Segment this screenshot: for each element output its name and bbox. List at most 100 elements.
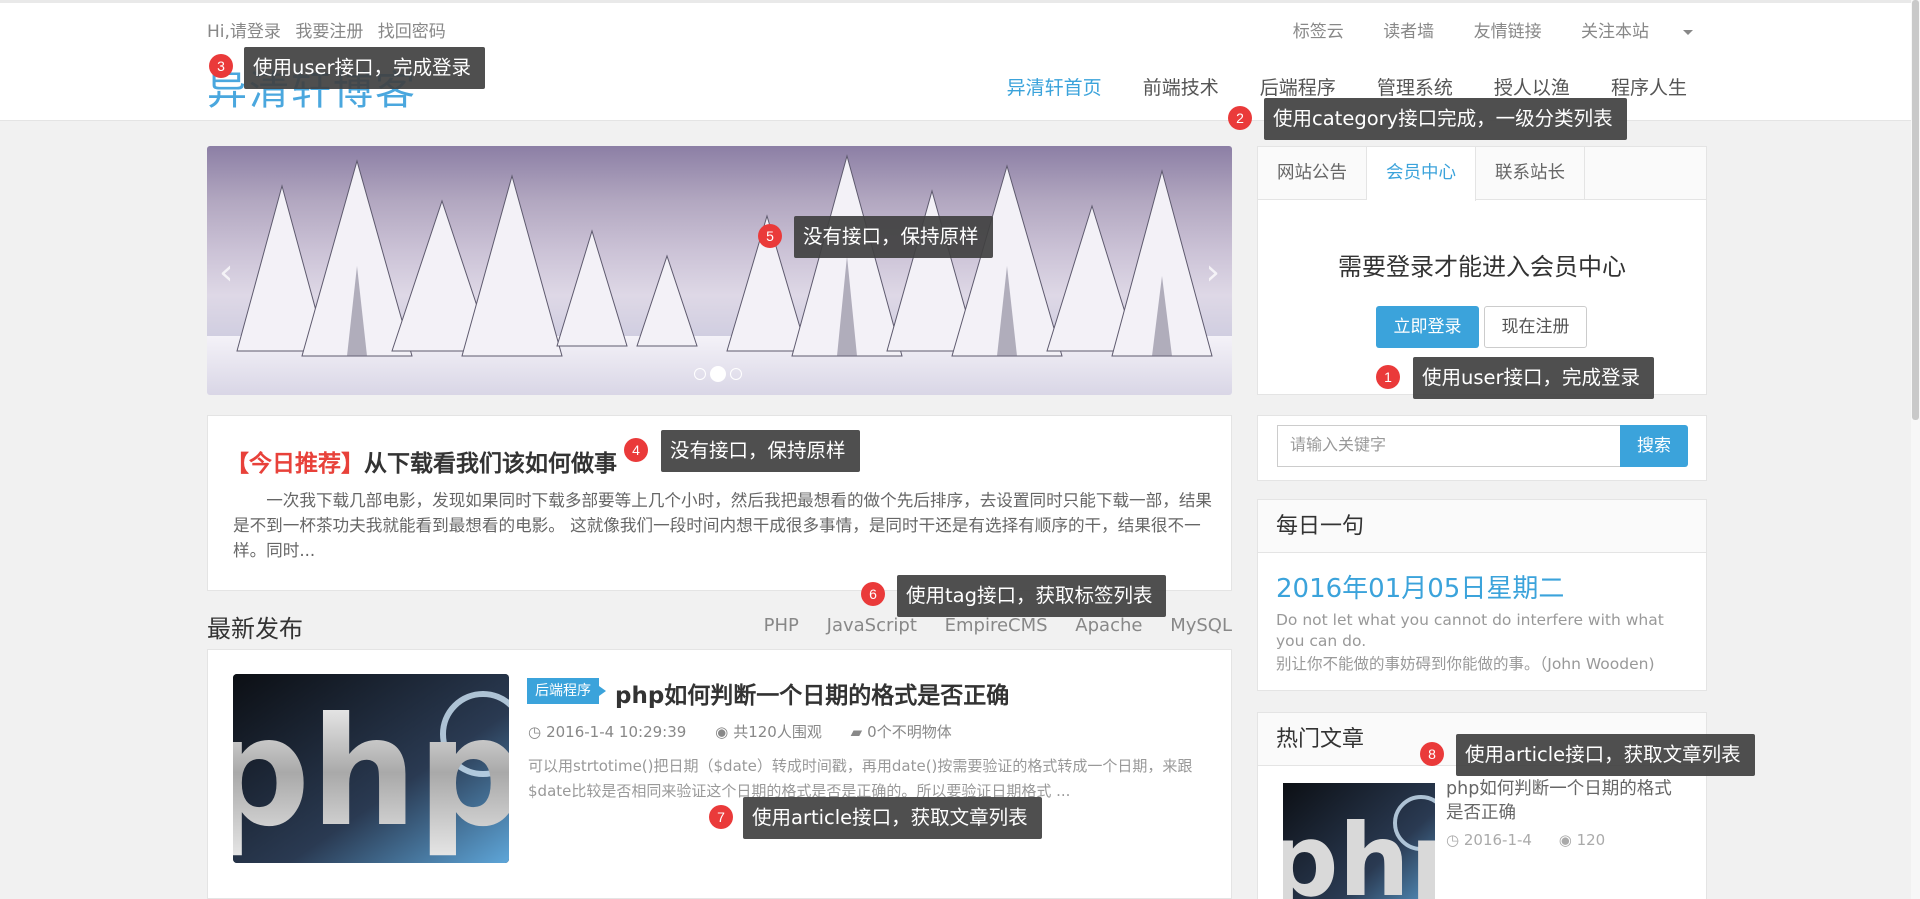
nav-item-frontend[interactable]: 前端技术 — [1143, 77, 1219, 99]
search-input[interactable] — [1277, 425, 1620, 467]
follow-site-dropdown[interactable]: 关注本站 — [1581, 22, 1693, 42]
annotation-3-text: 使用user接口，完成登录 — [253, 56, 472, 79]
daily-quote-title: 每日一句 — [1258, 500, 1706, 553]
annotation-badge-5: 5 — [758, 224, 782, 248]
recommendation-body: 一次我下载几部电影，发现如果同时下载多部要等上几个小时，然后我把最想看的做个先后… — [233, 491, 1213, 560]
hot-meta-views: ◉ 120 — [1558, 831, 1606, 849]
annotation-7: 使用article接口，获取文章列表 — [743, 797, 1042, 839]
annotation-badge-1: 1 — [1376, 365, 1400, 389]
tab-member-center[interactable]: 会员中心 — [1367, 147, 1476, 201]
carousel-dot-3[interactable] — [730, 367, 742, 380]
login-button[interactable]: 立即登录 — [1376, 306, 1479, 348]
recommendation-headline: 从下载看我们该如何做事 — [364, 451, 617, 477]
main-nav: 异清轩首页 前端技术 后端程序 管理系统 授人以渔 程序人生 — [972, 73, 1687, 100]
tag-javascript[interactable]: JavaScript — [827, 615, 917, 636]
topbar-site-links: 标签云 读者墙 友情链接 关注本站 — [1259, 17, 1693, 42]
annotation-5-text: 没有接口，保持原样 — [803, 225, 979, 248]
nav-item-home[interactable]: 异清轩首页 — [1007, 77, 1102, 99]
login-link[interactable]: Hi,请登录 — [207, 22, 281, 42]
annotation-1-text: 使用user接口，完成登录 — [1422, 366, 1641, 389]
annotation-badge-8: 8 — [1420, 742, 1444, 766]
meta-date: ◷ 2016-1-4 10:29:39 — [528, 723, 686, 741]
article-meta: ◷ 2016-1-4 10:29:39 ◉ 共120人围观 ▰ 0个不明物体 — [528, 721, 976, 742]
hot-article-thumbnail[interactable]: php — [1283, 783, 1435, 899]
article-comments[interactable]: 0个不明物体 — [867, 723, 952, 741]
annotation-badge-6: 6 — [861, 582, 885, 606]
carousel-next-arrow-icon[interactable]: › — [1206, 252, 1220, 293]
recommendation-title[interactable]: 【今日推荐】从下载看我们该如何做事 — [226, 444, 617, 478]
hot-article-date: 2016-1-4 — [1463, 831, 1532, 849]
annotation-badge-2: 2 — [1228, 106, 1252, 130]
topbar-user-links: Hi,请登录 我要注册 找回密码 — [207, 17, 455, 42]
forgot-password-link[interactable]: 找回密码 — [378, 22, 446, 42]
register-button[interactable]: 现在注册 — [1484, 306, 1587, 348]
latest-title: 最新发布 — [207, 615, 303, 643]
article-title[interactable]: php如何判断一个日期的格式是否正确 — [615, 676, 1009, 710]
hot-article-meta: ◷ 2016-1-4 ◉ 120 — [1446, 831, 1627, 849]
friend-links-link[interactable]: 友情链接 — [1474, 22, 1542, 42]
tag-mysql[interactable]: MySQL — [1170, 615, 1232, 636]
tag-cloud-link[interactable]: 标签云 — [1293, 22, 1344, 42]
snowy-forest-image — [207, 154, 1232, 395]
daily-quote-panel: 每日一句 2016年01月05日星期二 Do not let what you … — [1257, 499, 1707, 691]
nav-item-tutorials[interactable]: 授人以渔 — [1494, 77, 1570, 99]
register-link[interactable]: 我要注册 — [295, 22, 363, 42]
annotation-2-text: 使用category接口完成，一级分类列表 — [1273, 107, 1613, 130]
article-thumbnail[interactable]: php — [233, 674, 509, 863]
meta-comments: ▰ 0个不明物体 — [851, 723, 952, 741]
login-required-message: 需要登录才能进入会员中心 — [1338, 253, 1626, 281]
hot-meta-date: ◷ 2016-1-4 — [1446, 831, 1532, 849]
image-carousel[interactable]: ‹ › — [207, 146, 1232, 395]
carousel-prev-arrow-icon[interactable]: ‹ — [219, 252, 233, 293]
annotation-3: 使用user接口，完成登录 — [244, 47, 486, 89]
eye-icon: ◉ — [715, 723, 729, 741]
annotation-2: 使用category接口完成，一级分类列表 — [1264, 98, 1627, 140]
page-scrollbar[interactable] — [1911, 0, 1920, 899]
tag-empirecms[interactable]: EmpireCMS — [945, 615, 1048, 636]
tag-list: PHP JavaScript EmpireCMS Apache MySQL — [742, 615, 1232, 636]
daily-quote-date: 2016年01月05日星期二 — [1276, 574, 1565, 604]
search-panel: 搜索 — [1257, 415, 1707, 481]
annotation-7-text: 使用article接口，获取文章列表 — [752, 806, 1028, 829]
annotation-6-text: 使用tag接口，获取标签列表 — [906, 584, 1153, 607]
annotation-6: 使用tag接口，获取标签列表 — [897, 575, 1167, 617]
carousel-indicators — [694, 363, 746, 382]
scrollbar-thumb[interactable] — [1912, 0, 1919, 420]
php-logo-image: php — [1283, 783, 1435, 899]
daily-quote-english: Do not let what you cannot do interfere … — [1276, 611, 1664, 650]
caret-down-icon — [1683, 29, 1693, 35]
follow-site-label: 关注本站 — [1581, 22, 1649, 42]
annotation-8: 使用article接口，获取文章列表 — [1456, 734, 1755, 776]
php-logo-image: php — [233, 674, 509, 863]
svg-text:php: php — [1283, 802, 1435, 899]
tag-php[interactable]: PHP — [764, 615, 799, 636]
carousel-dot-2[interactable] — [710, 365, 726, 382]
annotation-badge-7: 7 — [709, 805, 733, 829]
readers-wall-link[interactable]: 读者墙 — [1383, 22, 1434, 42]
annotation-8-text: 使用article接口，获取文章列表 — [1465, 743, 1741, 766]
article-card: php 后端程序 php如何判断一个日期的格式是否正确 ◷ 2016-1-4 10… — [207, 649, 1232, 899]
nav-item-admin-system[interactable]: 管理系统 — [1377, 77, 1453, 99]
search-button[interactable]: 搜索 — [1620, 425, 1688, 467]
annotation-badge-4: 4 — [624, 438, 648, 462]
tab-announcements[interactable]: 网站公告 — [1258, 147, 1367, 200]
tab-contact-admin[interactable]: 联系站长 — [1476, 147, 1585, 200]
annotation-4: 没有接口，保持原样 — [661, 430, 860, 472]
article-date: 2016-1-4 10:29:39 — [546, 723, 687, 741]
meta-views: ◉ 共120人围观 — [715, 723, 822, 741]
tag-apache[interactable]: Apache — [1075, 615, 1142, 636]
hot-article-views: 120 — [1576, 831, 1606, 849]
annotation-badge-3: 3 — [209, 54, 233, 78]
comment-icon: ▰ — [850, 723, 863, 741]
category-badge[interactable]: 后端程序 — [527, 678, 606, 704]
article-views: 共120人围观 — [733, 723, 822, 741]
hot-article-title[interactable]: php如何判断一个日期的格式是否正确 — [1446, 777, 1686, 825]
nav-item-life[interactable]: 程序人生 — [1611, 77, 1687, 99]
svg-text:php: php — [233, 686, 509, 860]
clock-icon: ◷ — [528, 723, 542, 741]
annotation-5: 没有接口，保持原样 — [794, 216, 993, 258]
carousel-dot-1[interactable] — [694, 367, 706, 380]
annotation-4-text: 没有接口，保持原样 — [670, 439, 846, 462]
nav-item-backend[interactable]: 后端程序 — [1260, 77, 1336, 99]
daily-quote-chinese: 别让你不能做的事妨碍到你能做的事。（John Wooden) — [1276, 655, 1655, 673]
